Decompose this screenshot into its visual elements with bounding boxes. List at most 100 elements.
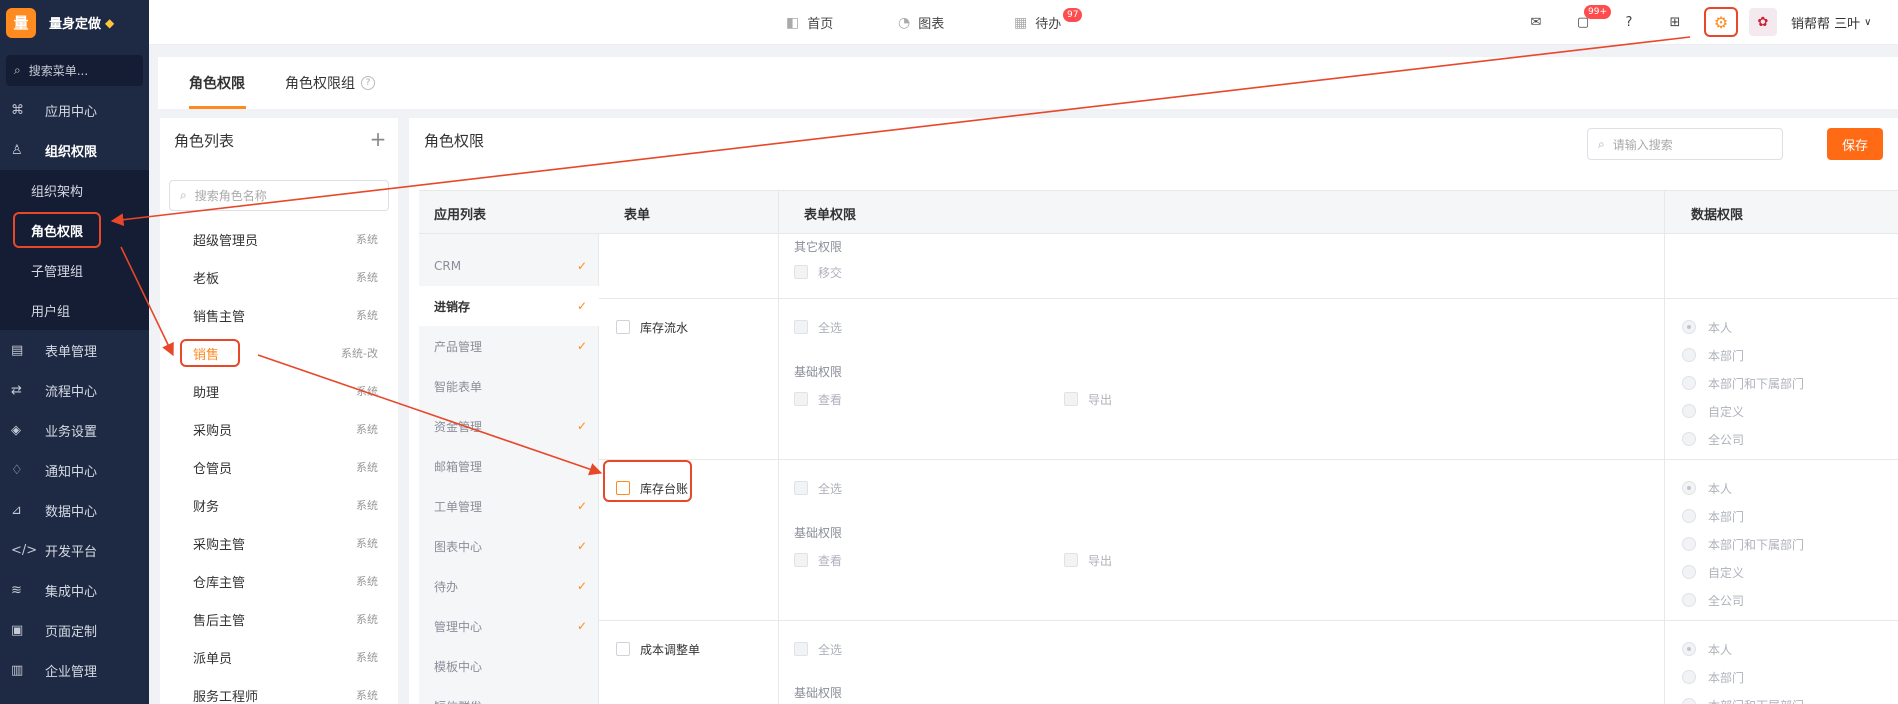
role-row[interactable]: 老板 系统 <box>160 258 398 296</box>
app-item-fund[interactable]: 资金管理 ✓ <box>419 406 599 446</box>
sidebar-item-business[interactable]: ◈ 业务设置 <box>0 410 149 450</box>
grid-icon[interactable]: ⊞ <box>1665 12 1685 32</box>
radio[interactable] <box>1682 537 1696 551</box>
app-item-inventory[interactable]: 进销存 ✓ <box>419 286 599 326</box>
sidebar-item-forms[interactable]: ▤ 表单管理 <box>0 330 149 370</box>
app-item-chart-center[interactable]: 图表中心 ✓ <box>419 526 599 566</box>
form-row-cost-adjustment[interactable]: 成本调整单 <box>616 639 700 659</box>
help-icon[interactable]: ? <box>1619 12 1639 32</box>
role-row[interactable]: 服务工程师 系统 <box>160 676 398 704</box>
sidebar-item-apps[interactable]: ⌘ 应用中心 <box>0 90 149 130</box>
sidebar-item-page[interactable]: ▣ 页面定制 <box>0 610 149 650</box>
data-scope-self[interactable]: 本人 <box>1682 639 1732 659</box>
sidebar-item-enterprise[interactable]: ▥ 企业管理 <box>0 650 149 690</box>
nav-todo[interactable]: ▦ 待办 <box>1014 0 1061 45</box>
role-row[interactable]: 售后主管 系统 <box>160 600 398 638</box>
data-scope-self[interactable]: 本人 <box>1682 478 1732 498</box>
help-icon[interactable]: ? <box>361 76 375 90</box>
sidebar-item-org-permissions[interactable]: ♙ 组织权限 <box>0 130 149 170</box>
sidebar-item-dev[interactable]: </> 开发平台 <box>0 530 149 570</box>
checkbox[interactable] <box>616 642 630 656</box>
checkbox[interactable] <box>794 265 808 279</box>
menu-search[interactable]: ⌕ 搜索菜单... <box>6 55 143 86</box>
perm-select-all[interactable]: 全选 <box>794 317 842 337</box>
sidebar-item-flow[interactable]: ⇄ 流程中心 <box>0 370 149 410</box>
perm-select-all[interactable]: 全选 <box>794 639 842 659</box>
checkbox[interactable] <box>794 553 808 567</box>
user-menu[interactable]: 销帮帮 三叶 ∨ <box>1791 0 1871 45</box>
radio[interactable] <box>1682 565 1696 579</box>
radio[interactable] <box>1682 642 1696 656</box>
submenu-item-sub-admin-group[interactable]: 子管理组 <box>0 250 149 290</box>
radio[interactable] <box>1682 670 1696 684</box>
checkbox[interactable] <box>794 320 808 334</box>
radio[interactable] <box>1682 698 1696 704</box>
sidebar-item-integration[interactable]: ≋ 集成中心 <box>0 570 149 610</box>
perm-view[interactable]: 查看 <box>794 550 842 570</box>
data-scope-dept-sub[interactable]: 本部门和下属部门 <box>1682 373 1804 393</box>
radio[interactable] <box>1682 509 1696 523</box>
role-row[interactable]: 财务 系统 <box>160 486 398 524</box>
role-row[interactable]: 派单员 系统 <box>160 638 398 676</box>
role-row[interactable]: 采购员 系统 <box>160 410 398 448</box>
submenu-item-user-group[interactable]: 用户组 <box>0 290 149 330</box>
radio[interactable] <box>1682 432 1696 446</box>
data-scope-dept[interactable]: 本部门 <box>1682 667 1744 687</box>
data-scope-dept-sub[interactable]: 本部门和下属部门 <box>1682 534 1804 554</box>
app-item-sms[interactable]: 短信群发 <box>419 686 599 704</box>
tab-role-permissions[interactable]: 角色权限 <box>189 57 245 109</box>
radio[interactable] <box>1682 404 1696 418</box>
role-row[interactable]: 销售主管 系统 <box>160 296 398 334</box>
data-scope-dept[interactable]: 本部门 <box>1682 345 1744 365</box>
role-row[interactable]: 仓管员 系统 <box>160 448 398 486</box>
role-row[interactable]: 超级管理员 系统 <box>160 220 398 258</box>
app-item-todo[interactable]: 待办 ✓ <box>419 566 599 606</box>
checkbox[interactable] <box>1064 553 1078 567</box>
mail-icon[interactable]: ✉ <box>1526 12 1546 32</box>
perm-select-all[interactable]: 全选 <box>794 478 842 498</box>
role-row[interactable]: 仓库主管 系统 <box>160 562 398 600</box>
sidebar-item-notify[interactable]: ♢ 通知中心 <box>0 450 149 490</box>
checkbox[interactable] <box>794 642 808 656</box>
nav-charts[interactable]: ◔ 图表 <box>898 0 944 45</box>
form-row-inventory-flow[interactable]: 库存流水 <box>616 317 688 337</box>
nav-home[interactable]: ◧ 首页 <box>786 0 833 45</box>
checkbox[interactable] <box>794 481 808 495</box>
radio[interactable] <box>1682 376 1696 390</box>
role-row[interactable]: 助理 系统 <box>160 372 398 410</box>
data-scope-dept-sub[interactable]: 本部门和下属部门 <box>1682 695 1804 704</box>
role-search-input[interactable]: ⌕ 搜索角色名称 <box>169 180 389 211</box>
checkbox[interactable] <box>794 392 808 406</box>
radio[interactable] <box>1682 320 1696 334</box>
brand[interactable]: 量 量身定做 ◆ <box>0 0 149 45</box>
add-role-button[interactable]: + <box>368 129 388 149</box>
app-item-admin-center[interactable]: 管理中心 ✓ <box>419 606 599 646</box>
data-scope-dept[interactable]: 本部门 <box>1682 506 1744 526</box>
submenu-item-org-structure[interactable]: 组织架构 <box>0 170 149 210</box>
perm-export[interactable]: 导出 <box>1064 389 1112 409</box>
radio[interactable] <box>1682 593 1696 607</box>
app-item-crm[interactable]: CRM ✓ <box>419 246 599 286</box>
app-item-template[interactable]: 模板中心 <box>419 646 599 686</box>
permission-search-input[interactable]: ⌕ 请输入搜索 <box>1587 128 1783 160</box>
tab-role-permission-group[interactable]: 角色权限组? <box>285 57 375 109</box>
settings-button[interactable]: ⚙ <box>1704 7 1738 37</box>
data-scope-custom[interactable]: 自定义 <box>1682 401 1744 421</box>
app-item-mail[interactable]: 邮箱管理 <box>419 446 599 486</box>
data-scope-custom[interactable]: 自定义 <box>1682 562 1744 582</box>
save-button[interactable]: 保存 <box>1827 128 1883 160</box>
role-row[interactable]: 采购主管 系统 <box>160 524 398 562</box>
app-item-workorder[interactable]: 工单管理 ✓ <box>419 486 599 526</box>
avatar[interactable]: ✿ <box>1749 8 1777 36</box>
data-scope-company[interactable]: 全公司 <box>1682 590 1744 610</box>
data-scope-company[interactable]: 全公司 <box>1682 429 1744 449</box>
data-scope-self[interactable]: 本人 <box>1682 317 1732 337</box>
radio[interactable] <box>1682 481 1696 495</box>
checkbox[interactable] <box>616 320 630 334</box>
radio[interactable] <box>1682 348 1696 362</box>
app-item-product[interactable]: 产品管理 ✓ <box>419 326 599 366</box>
perm-view[interactable]: 查看 <box>794 389 842 409</box>
perm-transfer[interactable]: 移交 <box>794 262 842 282</box>
checkbox[interactable] <box>1064 392 1078 406</box>
app-item-smart-form[interactable]: 智能表单 <box>419 366 599 406</box>
